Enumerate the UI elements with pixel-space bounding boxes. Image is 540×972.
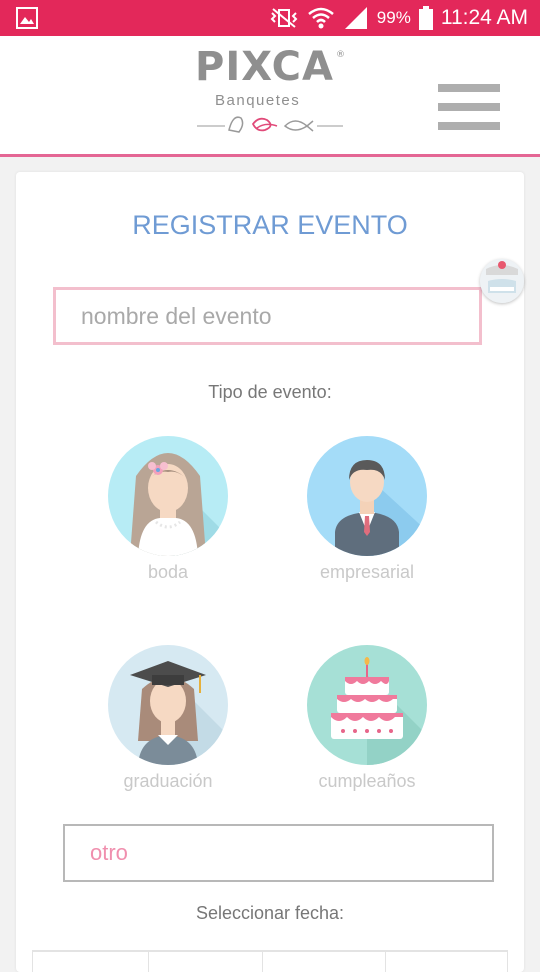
battery-percent: 99% — [376, 8, 411, 27]
event-type-label-cumpleanos: cumpleaños — [318, 771, 416, 791]
app-header: PIXCA ® Banquetes — [0, 36, 540, 157]
pixca-logo[interactable]: PIXCA ® Banquetes — [195, 44, 345, 136]
event-type-label-boda: boda — [147, 562, 189, 582]
clock-time: 11:24 AM — [440, 6, 528, 29]
status-bar: 99% 11:24 AM — [0, 0, 540, 36]
page-title: REGISTRAR EVENTO — [132, 210, 408, 240]
bride-icon — [108, 436, 228, 556]
gallery-icon — [16, 7, 38, 29]
hamburger-menu-icon[interactable] — [438, 84, 500, 132]
graduate-icon — [108, 645, 228, 765]
other-event-input[interactable] — [63, 824, 494, 882]
chat-head-avatar[interactable] — [480, 259, 524, 303]
vibrate-icon — [270, 8, 298, 28]
signal-icon — [344, 7, 367, 29]
date-picker-grid[interactable] — [32, 950, 508, 972]
chat-avatar-icon — [480, 259, 524, 303]
businessman-icon — [307, 436, 427, 556]
event-type-label-graduacion: graduación — [123, 771, 213, 791]
event-name-input[interactable] — [53, 287, 482, 345]
birthday-cake-icon — [307, 645, 427, 765]
logo-ornament-icon — [197, 116, 343, 133]
logo-title: PIXCA — [195, 44, 334, 90]
event-type-label: Tipo de evento: — [208, 382, 332, 402]
battery-icon — [418, 6, 433, 30]
date-select-label: Seleccionar fecha: — [195, 903, 345, 923]
wifi-icon — [307, 7, 334, 29]
logo-registered-mark: ® — [336, 50, 345, 60]
event-type-label-empresarial: empresarial — [319, 562, 415, 582]
logo-subtitle: Banquetes — [215, 92, 301, 109]
